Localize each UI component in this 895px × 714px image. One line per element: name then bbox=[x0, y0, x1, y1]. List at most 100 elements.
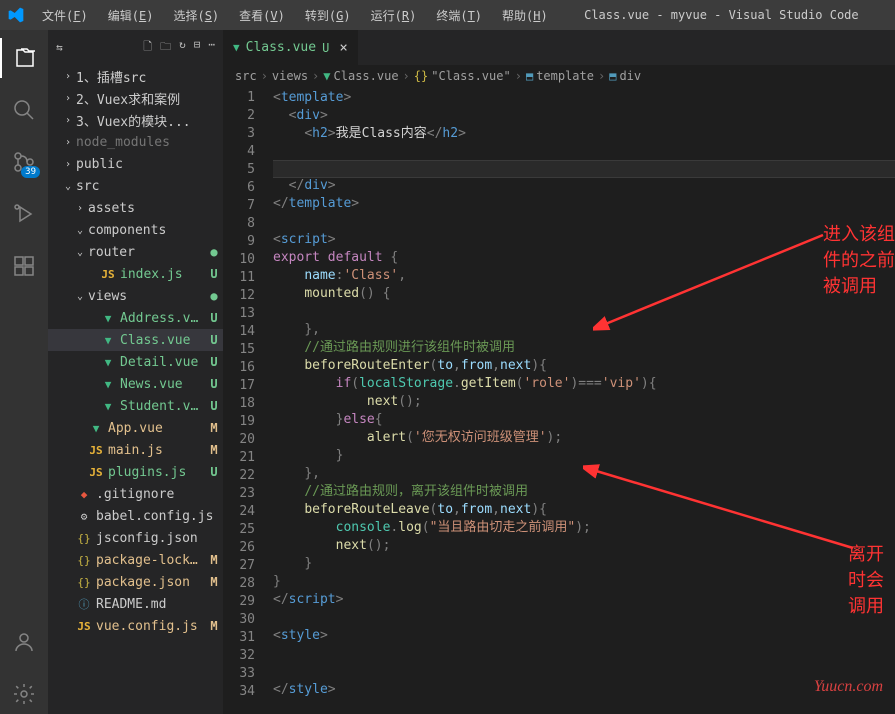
menu-select[interactable]: 选择(S) bbox=[165, 3, 227, 28]
breadcrumb-item[interactable]: ▼ Class.vue bbox=[323, 69, 398, 83]
tree-item[interactable]: JS main.jsM bbox=[48, 439, 223, 461]
tree-item[interactable]: ›assets bbox=[48, 197, 223, 219]
git-status-badge: M bbox=[205, 443, 223, 457]
tree-item[interactable]: ›1、插槽src bbox=[48, 65, 223, 87]
editor-area: ▼ Class.vue U × src› views› ▼ Class.vue›… bbox=[223, 30, 895, 714]
menu-go[interactable]: 转到(G) bbox=[297, 3, 359, 28]
tree-item[interactable]: ›2、Vuex求和案例 bbox=[48, 87, 223, 109]
tree-item[interactable]: ›node_modules bbox=[48, 131, 223, 153]
tree-item-label: 2、Vuex求和案例 bbox=[76, 89, 223, 108]
editor-tabs: ▼ Class.vue U × bbox=[223, 30, 895, 65]
git-status-badge: U bbox=[205, 333, 223, 347]
breadcrumb-item[interactable]: views bbox=[272, 69, 308, 83]
breadcrumb-item[interactable]: ⬒ template bbox=[526, 69, 594, 83]
menu-view[interactable]: 查看(V) bbox=[231, 3, 293, 28]
breadcrumb-item[interactable]: ⬒ div bbox=[609, 69, 641, 83]
breadcrumb-item[interactable]: {} "Class.vue" bbox=[414, 69, 511, 83]
extensions-icon[interactable] bbox=[0, 246, 48, 286]
tree-item[interactable]: ▼Address.vueU bbox=[48, 307, 223, 329]
tree-item[interactable]: ◆ .gitignore bbox=[48, 483, 223, 505]
source-control-icon[interactable]: 39 bbox=[0, 142, 48, 182]
tree-item-label: index.js bbox=[120, 267, 205, 282]
chevron-icon: ⌄ bbox=[72, 291, 88, 302]
tree-item[interactable]: {}jsconfig.json bbox=[48, 527, 223, 549]
file-type-icon: ▼ bbox=[100, 378, 116, 391]
git-status-badge: U bbox=[205, 465, 223, 479]
tree-item-label: 1、插槽src bbox=[76, 67, 223, 86]
git-status-badge: M bbox=[205, 619, 223, 633]
collapse-icon[interactable]: ⊟ bbox=[194, 38, 201, 57]
explorer-icon[interactable] bbox=[0, 38, 48, 78]
tree-item[interactable]: JSplugins.jsU bbox=[48, 461, 223, 483]
tree-item[interactable]: ⚙babel.config.js bbox=[48, 505, 223, 527]
tree-item-label: .gitignore bbox=[96, 487, 223, 502]
new-file-icon[interactable]: 🗋 bbox=[143, 38, 152, 57]
debug-icon[interactable] bbox=[0, 194, 48, 234]
tree-item[interactable]: ›3、Vuex的模块... bbox=[48, 109, 223, 131]
tab-git-status: U bbox=[322, 41, 329, 55]
git-status-badge: M bbox=[205, 575, 223, 589]
tree-item-label: components bbox=[88, 223, 223, 238]
tree-item[interactable]: ▼Class.vueU bbox=[48, 329, 223, 351]
file-type-icon: ◆ bbox=[76, 488, 92, 501]
file-type-icon: ▼ bbox=[100, 334, 116, 347]
file-type-icon: JS bbox=[88, 466, 104, 479]
tree-item[interactable]: ▼App.vueM bbox=[48, 417, 223, 439]
chevron-icon: › bbox=[60, 71, 76, 82]
menu-edit[interactable]: 编辑(E) bbox=[100, 3, 162, 28]
tree-item[interactable]: {}package-lock.jsonM bbox=[48, 549, 223, 571]
chevron-icon: › bbox=[60, 159, 76, 170]
file-type-icon: {} bbox=[76, 554, 92, 567]
tree-item[interactable]: ⌄components bbox=[48, 219, 223, 241]
breadcrumb-item[interactable]: src bbox=[235, 69, 257, 83]
tree-item[interactable]: ⌄router● bbox=[48, 241, 223, 263]
new-folder-icon[interactable]: 🗀 bbox=[160, 38, 171, 57]
tree-item[interactable]: ›public bbox=[48, 153, 223, 175]
tree-item[interactable]: ▼Student.vueU bbox=[48, 395, 223, 417]
tree-item-label: vue.config.js bbox=[96, 619, 205, 634]
vue-icon: ▼ bbox=[233, 41, 240, 54]
account-icon[interactable] bbox=[0, 622, 48, 662]
tree-item[interactable]: ⓘREADME.md bbox=[48, 593, 223, 615]
tree-item[interactable]: ⌄src bbox=[48, 175, 223, 197]
tree-item[interactable]: JSvue.config.jsM bbox=[48, 615, 223, 637]
tree-item-label: package.json bbox=[96, 575, 205, 590]
tree-item[interactable]: JSindex.jsU bbox=[48, 263, 223, 285]
menu-help[interactable]: 帮助(H) bbox=[494, 3, 556, 28]
close-icon[interactable]: × bbox=[339, 40, 347, 56]
tree-item-label: package-lock.json bbox=[96, 553, 205, 568]
code-content[interactable]: <template> <div> <h2>我是Class内容</h2> </di… bbox=[273, 87, 895, 714]
tree-item[interactable]: ⌄views● bbox=[48, 285, 223, 307]
tree-item[interactable]: ▼Detail.vueU bbox=[48, 351, 223, 373]
tree-item[interactable]: ▼News.vueU bbox=[48, 373, 223, 395]
git-status-badge: M bbox=[205, 421, 223, 435]
chevron-icon: ⌄ bbox=[60, 181, 76, 192]
code-editor[interactable]: 1234567891011121314151617181920212223242… bbox=[223, 87, 895, 714]
chevron-icon: › bbox=[60, 93, 76, 104]
git-status-badge: U bbox=[205, 311, 223, 325]
tab-class-vue[interactable]: ▼ Class.vue U × bbox=[223, 30, 359, 65]
git-status-badge: U bbox=[205, 399, 223, 413]
git-status-badge: U bbox=[205, 267, 223, 281]
title-bar: 文件(F) 编辑(E) 选择(S) 查看(V) 转到(G) 运行(R) 终端(T… bbox=[0, 0, 895, 30]
chevron-icon: › bbox=[60, 115, 76, 126]
tree-item-label: node_modules bbox=[76, 135, 223, 150]
more-icon[interactable]: ⋯ bbox=[208, 38, 215, 57]
menu-terminal[interactable]: 终端(T) bbox=[428, 3, 490, 28]
file-type-icon: ⚙ bbox=[76, 510, 92, 523]
menu-file[interactable]: 文件(F) bbox=[34, 3, 96, 28]
git-status-badge: U bbox=[205, 355, 223, 369]
tree-item-label: main.js bbox=[108, 443, 205, 458]
view-toggle-icon[interactable]: ⇆ bbox=[56, 41, 63, 54]
tree-item-label: News.vue bbox=[120, 377, 205, 392]
file-type-icon: ⓘ bbox=[76, 596, 92, 612]
activity-bar: 39 bbox=[0, 30, 48, 714]
menu-run[interactable]: 运行(R) bbox=[363, 3, 425, 28]
tree-item[interactable]: {}package.jsonM bbox=[48, 571, 223, 593]
settings-icon[interactable] bbox=[0, 674, 48, 714]
search-icon[interactable] bbox=[0, 90, 48, 130]
file-type-icon: JS bbox=[88, 444, 104, 457]
tree-item-label: 3、Vuex的模块... bbox=[76, 111, 223, 130]
refresh-icon[interactable]: ↻ bbox=[179, 38, 186, 57]
tree-item-label: views bbox=[88, 289, 205, 304]
